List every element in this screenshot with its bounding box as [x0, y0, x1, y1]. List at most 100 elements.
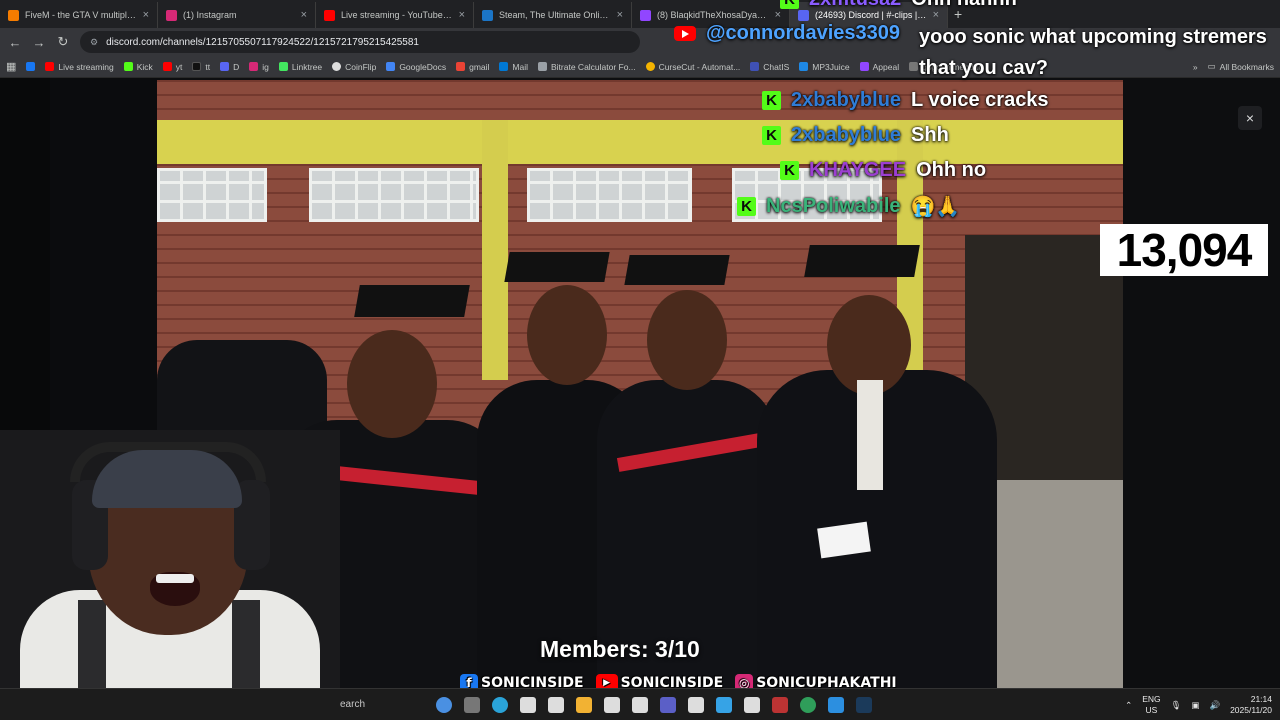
- clock-time: 21:14: [1250, 694, 1272, 704]
- bookmark-facebook[interactable]: [26, 62, 36, 71]
- bookmark-d[interactable]: D: [220, 62, 239, 72]
- back-icon[interactable]: ←: [8, 35, 22, 50]
- bookmark-gmail[interactable]: gmail: [456, 62, 489, 72]
- graduation-cap: [354, 285, 470, 317]
- close-tab-icon[interactable]: ×: [459, 9, 465, 21]
- bookmark-kick[interactable]: Kick: [123, 62, 153, 72]
- discord-icon: [220, 62, 230, 71]
- bookmark-label: CurseCut - Automat...: [658, 61, 741, 72]
- close-tab-icon[interactable]: ×: [301, 9, 307, 21]
- photos-icon[interactable]: [828, 696, 844, 713]
- store-icon[interactable]: [576, 696, 592, 713]
- taskbar-search[interactable]: earch: [340, 699, 430, 710]
- bookmark-label: yt: [175, 61, 183, 72]
- chat-message: K 2xbabyblue L voice cracks: [762, 89, 1049, 112]
- document-icon[interactable]: [632, 696, 648, 713]
- document-icon[interactable]: [744, 696, 760, 713]
- graduation-cap: [504, 252, 610, 282]
- page-icon: [909, 62, 919, 71]
- app-icon[interactable]: [772, 696, 788, 713]
- tab-youtube-studio[interactable]: Live streaming - YouTube Studio ×: [316, 2, 474, 28]
- chat-message: K NcsPoliwabile 😭🙏: [737, 194, 960, 219]
- language-indicator[interactable]: ENG US: [1142, 694, 1160, 716]
- copilot-icon[interactable]: [436, 696, 452, 713]
- tiktok-icon: [192, 62, 202, 71]
- tab-title: FiveM - the GTA V multiplayer m: [25, 10, 137, 20]
- region-code: US: [1145, 705, 1158, 715]
- chat-text: yooo sonic what upcoming stremers that y…: [919, 26, 1267, 79]
- close-tab-icon[interactable]: ×: [143, 9, 149, 21]
- coin-icon: [332, 62, 342, 71]
- reload-icon[interactable]: ↻: [56, 34, 70, 50]
- system-tray: ⌃ ENG US 🎙 ▣ 🔊 21:14 2025/11/20: [1125, 689, 1272, 720]
- tab-fivem[interactable]: FiveM - the GTA V multiplayer m ×: [0, 2, 158, 28]
- forward-icon[interactable]: →: [32, 35, 46, 50]
- bookmark-bitrate[interactable]: Bitrate Calculator Fo...: [538, 62, 636, 72]
- document-icon[interactable]: [520, 696, 536, 713]
- close-viewer-button[interactable]: ×: [1238, 106, 1262, 130]
- apps-icon[interactable]: ▦: [6, 60, 16, 73]
- steam-icon: [482, 9, 493, 21]
- document-icon[interactable]: [688, 696, 704, 713]
- bookmark-linktree[interactable]: Linktree: [278, 62, 322, 72]
- chat-message: @connordavies3309: [674, 22, 900, 45]
- tab-title: Live streaming - YouTube Studio: [341, 10, 453, 20]
- twitch-icon: [640, 9, 651, 21]
- bookmark-cursecut[interactable]: CurseCut - Automat...: [645, 61, 741, 72]
- bookmark-yt[interactable]: yt: [162, 61, 183, 72]
- tab-instagram[interactable]: (1) Instagram ×: [158, 2, 316, 28]
- youtube-icon: [674, 26, 696, 41]
- url-field[interactable]: ⚙ discord.com/channels/12157055071179245…: [80, 31, 640, 53]
- site-info-icon[interactable]: ⚙: [90, 37, 98, 48]
- tab-title: (1) Instagram: [183, 10, 237, 20]
- graduation-cap: [804, 245, 920, 277]
- file-explorer-icon[interactable]: [464, 696, 480, 713]
- chat-username: 2xbabyblue: [791, 124, 902, 146]
- bookmark-label: D: [233, 61, 240, 72]
- bookmark-label: MP3Juice: [812, 61, 850, 72]
- kick-icon: K: [780, 161, 799, 180]
- bookmark-coinflip[interactable]: CoinFlip: [332, 62, 376, 72]
- bookmark-label: ChatIS: [763, 61, 790, 72]
- volume-icon[interactable]: 🔊: [1209, 700, 1220, 711]
- photos-icon[interactable]: [716, 696, 732, 713]
- bookmark-label: gmail: [469, 61, 490, 72]
- chat-message: K KHAYGEE Ohh no: [780, 159, 986, 182]
- edge-icon[interactable]: [492, 696, 508, 713]
- bookmark-label: ig: [262, 61, 269, 72]
- chevron-up-icon[interactable]: ⌃: [1125, 700, 1132, 711]
- bookmark-appeal[interactable]: Appeal: [859, 62, 899, 72]
- bookmark-tt[interactable]: tt: [192, 62, 210, 72]
- bookmark-live-streaming[interactable]: Live streaming: [45, 62, 114, 72]
- close-tab-icon[interactable]: ×: [617, 9, 623, 21]
- clock[interactable]: 21:14 2025/11/20: [1230, 694, 1272, 716]
- document-icon[interactable]: [604, 696, 620, 713]
- bookmark-ig[interactable]: ig: [249, 62, 269, 72]
- tab-steam[interactable]: Steam, The Ultimate Online Gam ×: [474, 2, 632, 28]
- chat-message: K 2xbabyblue Shh: [762, 124, 949, 147]
- chat-text: Ohh no: [916, 159, 987, 181]
- yellow-pillar: [482, 120, 508, 380]
- bookmark-chatis[interactable]: ChatIS: [750, 62, 789, 72]
- teams-icon[interactable]: [660, 696, 676, 713]
- fivem-icon: [8, 9, 19, 21]
- chat-username: @connordavies3309: [706, 22, 901, 44]
- bookmark-label: GoogleDocs: [399, 61, 447, 72]
- kick-icon: K: [762, 91, 781, 110]
- bookmark-mp3juice[interactable]: MP3Juice: [799, 61, 850, 72]
- bookmark-mail[interactable]: Mail: [499, 62, 528, 72]
- graduation-cap: [624, 255, 730, 285]
- screen: FiveM - the GTA V multiplayer m × (1) Ins…: [0, 0, 1280, 720]
- chrome-icon[interactable]: [800, 696, 816, 713]
- chat-text: 😭🙏: [910, 196, 961, 218]
- kick-icon: [123, 62, 133, 71]
- chat-username: KHAYGEE: [809, 159, 907, 181]
- follower-counter: 13,094: [1100, 224, 1268, 276]
- bookmark-googledocs[interactable]: GoogleDocs: [386, 62, 446, 72]
- document-icon[interactable]: [548, 696, 564, 713]
- steam-icon[interactable]: [856, 696, 872, 713]
- network-icon[interactable]: ▣: [1191, 700, 1199, 711]
- instagram-icon: [249, 62, 259, 71]
- microphone-icon[interactable]: 🎙: [1171, 700, 1182, 711]
- google-icon: [386, 62, 396, 71]
